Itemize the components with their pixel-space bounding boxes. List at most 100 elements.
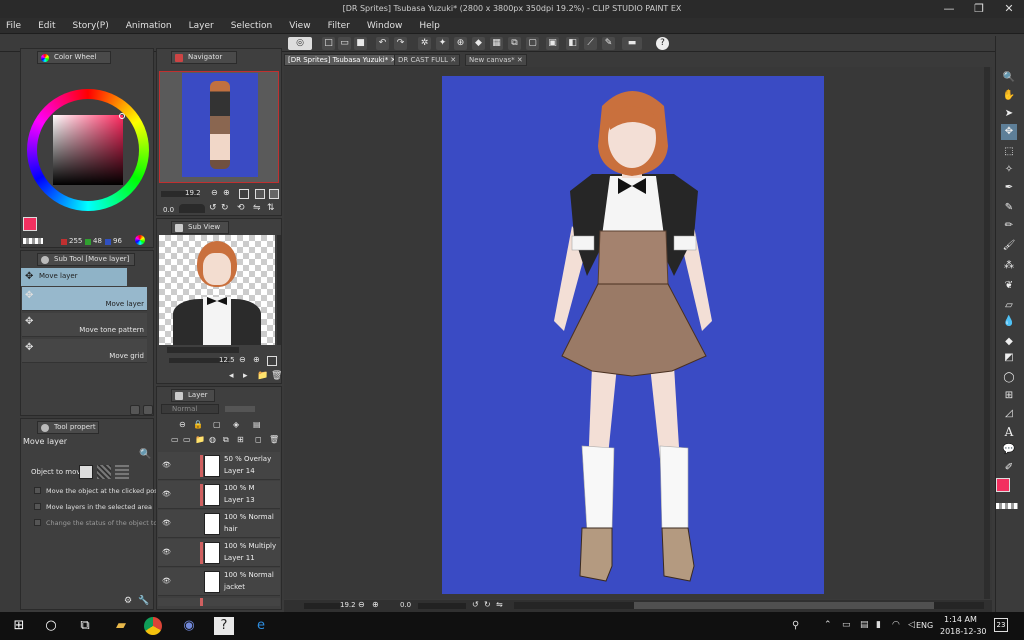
chrome-icon[interactable] <box>144 617 162 635</box>
maximize-button[interactable]: ❐ <box>964 0 994 18</box>
volume-icon[interactable]: ◁ <box>908 620 915 630</box>
transparent-color-swatch[interactable] <box>23 238 43 244</box>
layer-mask-add-icon[interactable]: ◍ <box>209 435 216 444</box>
zoom-tool-icon[interactable]: 🔍 <box>1001 70 1017 86</box>
discord-icon[interactable]: ◉ <box>178 616 200 636</box>
sub-view-prev-icon[interactable]: ◂ <box>229 371 234 381</box>
ruler-snap-icon[interactable]: ◧ <box>566 37 579 50</box>
menu-file[interactable]: File <box>6 21 21 31</box>
undo-icon[interactable]: ↶ <box>376 37 389 50</box>
open-folder-icon[interactable]: ▭ <box>338 37 351 50</box>
canvas[interactable] <box>442 76 824 594</box>
tool-main-color-swatch[interactable] <box>996 478 1010 492</box>
menu-help[interactable]: Help <box>419 21 440 31</box>
status-rotate-right-icon[interactable]: ↻ <box>484 600 491 609</box>
status-flip-icon[interactable]: ⇋ <box>496 600 503 609</box>
gradient-tool-icon[interactable]: ◩ <box>1001 350 1017 366</box>
selection-tool-icon[interactable]: ⬚ <box>1001 144 1017 160</box>
visibility-eye-icon[interactable]: 👁 <box>162 490 171 498</box>
visibility-eye-icon[interactable]: 👁 <box>162 461 171 469</box>
fill-tool-icon[interactable]: ◆ <box>1001 334 1017 350</box>
windows-start-icon[interactable]: ⊞ <box>8 616 30 636</box>
snap-special-icon[interactable]: ✎ <box>602 37 615 50</box>
navigator-tab[interactable]: Navigator <box>171 51 237 64</box>
selection-icon[interactable]: ▦ <box>490 37 503 50</box>
close-button[interactable]: ✕ <box>994 0 1024 18</box>
status-zoom-out-icon[interactable]: ⊖ <box>358 600 365 609</box>
clock-time[interactable]: 1:14 AM <box>944 615 977 624</box>
edge-icon[interactable]: e <box>250 616 272 636</box>
blend-mode-select[interactable]: Normal <box>161 404 219 414</box>
display-mode-icon[interactable]: ▬ <box>622 37 642 50</box>
layer-mask-icon[interactable]: ⊖ <box>179 420 186 429</box>
reset-rotation-icon[interactable]: ⟲ <box>237 203 245 213</box>
text-tool-icon[interactable]: A <box>1001 424 1017 440</box>
doc-tab-active[interactable]: [DR Sprites] Tsubasa Yuzuki* ✕ <box>284 54 401 66</box>
new-file-icon[interactable]: □ <box>322 37 335 50</box>
layer-row[interactable]: 👁 100 % Normal jacket <box>158 568 280 596</box>
clear-icon[interactable]: ✦ <box>436 37 449 50</box>
ruler-tool-icon[interactable]: ◿ <box>1001 406 1017 422</box>
tray-chevron-icon[interactable]: ⌃ <box>824 620 832 630</box>
redo-icon[interactable]: ↷ <box>394 37 407 50</box>
wrench-icon[interactable]: 🔧 <box>138 596 149 606</box>
sub-view-scrollbar[interactable] <box>277 235 281 345</box>
menu-view[interactable]: View <box>289 21 310 31</box>
merge-layer-icon[interactable]: ⊞ <box>237 435 244 444</box>
hue-ring[interactable] <box>27 89 149 211</box>
eraser-tool-icon[interactable]: ▱ <box>1001 298 1017 314</box>
decoration-tool-icon[interactable]: ❦ <box>1001 278 1017 294</box>
sub-view-image[interactable] <box>159 235 275 345</box>
save-icon[interactable]: ■ <box>354 37 367 50</box>
new-vector-layer-icon[interactable]: ▭ <box>183 435 191 444</box>
object-mode-layer-button[interactable] <box>79 465 93 479</box>
status-rotate-left-icon[interactable]: ↺ <box>472 600 479 609</box>
color-mode-icon[interactable] <box>135 235 145 245</box>
color-wheel-tab[interactable]: Color Wheel <box>37 51 111 64</box>
crop-icon[interactable]: ⧉ <box>508 37 521 50</box>
opacity-slider[interactable] <box>225 406 255 412</box>
layer-lock-icon[interactable]: 🔒 <box>193 420 203 429</box>
transform-icon[interactable]: ⊕ <box>454 37 467 50</box>
visibility-eye-icon[interactable]: 👁 <box>162 577 171 585</box>
clip-studio-icon[interactable]: ◎ <box>288 37 312 50</box>
eyedropper-tool-icon[interactable]: ✒ <box>1001 180 1017 196</box>
main-color-swatch[interactable] <box>23 217 37 231</box>
sub-view-next-icon[interactable]: ▸ <box>243 371 248 381</box>
option-checkbox-selected-area[interactable] <box>34 503 41 510</box>
operation-tool-icon[interactable]: ➤ <box>1001 106 1017 122</box>
task-view-icon[interactable]: ⧉ <box>74 616 96 636</box>
actual-pixels-icon[interactable] <box>269 189 279 199</box>
new-raster-layer-icon[interactable]: ▭ <box>171 435 179 444</box>
layer-clip-icon[interactable]: ⧉ <box>223 435 229 445</box>
status-zoom-slider[interactable] <box>304 603 340 609</box>
canvas-workspace[interactable] <box>284 67 992 599</box>
layer-row[interactable]: 👁 100 % Normal hair <box>158 510 280 538</box>
canvas-h-scrollbar[interactable] <box>514 602 984 609</box>
spinner-icon[interactable]: ✲ <box>418 37 431 50</box>
visibility-eye-icon[interactable]: 👁 <box>162 548 171 556</box>
rotate-slider[interactable] <box>179 204 205 213</box>
sub-tool-item-move-grid[interactable]: ✥ Move grid <box>22 339 147 363</box>
rotate-right-icon[interactable]: ↻ <box>221 203 229 213</box>
canvas-v-scrollbar[interactable] <box>984 67 990 599</box>
option-checkbox-clicked-position[interactable] <box>34 487 41 494</box>
deselect-icon[interactable]: ▢ <box>526 37 539 50</box>
delete-layer-icon[interactable]: 🗑 <box>269 435 279 444</box>
clock-date[interactable]: 2018-12-30 <box>940 627 987 636</box>
frame-tool-icon[interactable]: ⊞ <box>1001 388 1017 404</box>
sub-tool-group-move-layer[interactable]: ✥ Move layer <box>21 268 127 286</box>
zoom-in-icon[interactable]: ⊕ <box>223 188 230 197</box>
airbrush-tool-icon[interactable]: ⁂ <box>1001 258 1017 274</box>
balloon-tool-icon[interactable]: 💬 <box>1001 442 1017 458</box>
hand-tool-icon[interactable]: ✋ <box>1001 88 1017 104</box>
tray-app-icon[interactable]: ▤ <box>860 620 869 630</box>
status-rotate-slider[interactable] <box>418 603 466 609</box>
tool-transparent-swatch[interactable] <box>996 503 1018 509</box>
fit-window-icon[interactable] <box>255 189 265 199</box>
fill-icon[interactable]: ◆ <box>472 37 485 50</box>
layer-more-icon[interactable]: ▤ <box>253 420 261 429</box>
object-mode-grid-button[interactable] <box>115 465 129 479</box>
doc-tab[interactable]: DR CAST FULL ✕ <box>394 54 461 66</box>
sub-tool-tab[interactable]: Sub Tool [Move layer] <box>37 253 135 266</box>
